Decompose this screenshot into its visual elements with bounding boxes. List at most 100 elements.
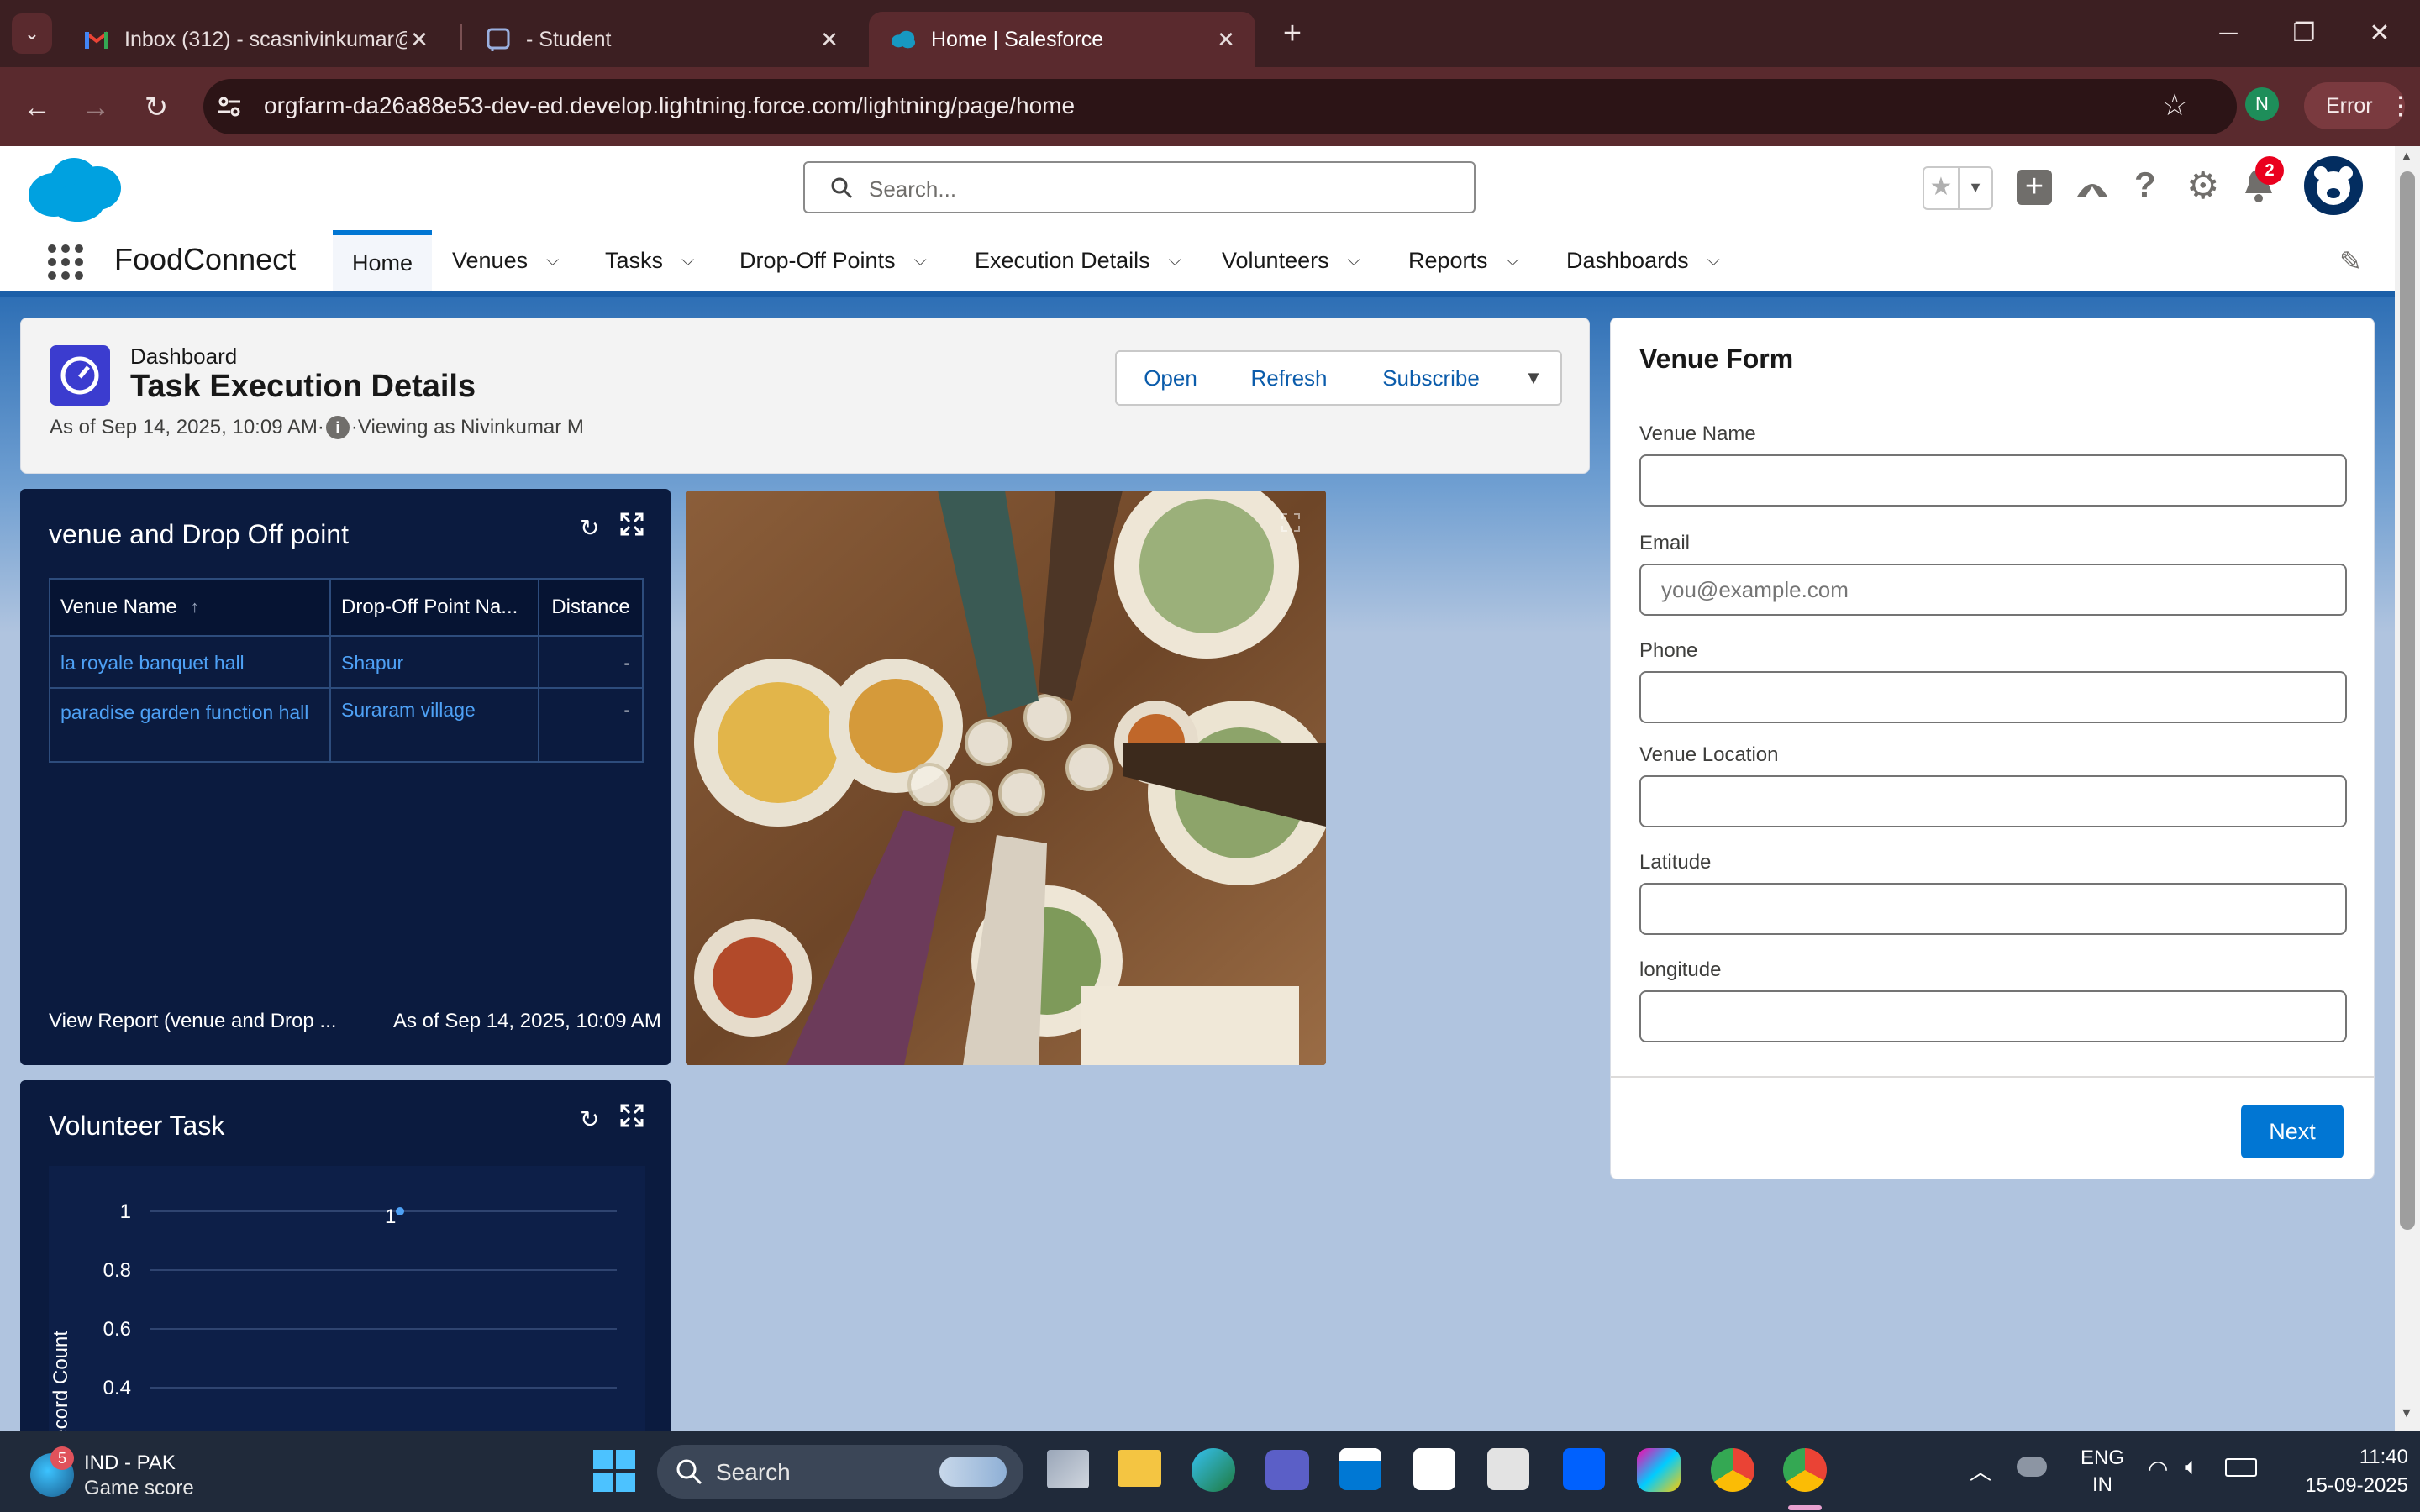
user-avatar[interactable] [2304, 156, 2363, 215]
chevron-down-icon[interactable]: ⌵ [914, 251, 927, 270]
reload-icon[interactable]: ↻ [133, 84, 180, 131]
venue-name-input[interactable] [1639, 454, 2347, 507]
trailhead-icon[interactable] [2074, 168, 2111, 209]
chevron-down-icon[interactable]: ⌵ [1707, 251, 1720, 270]
taskbar-search-box[interactable]: Search [657, 1445, 1023, 1499]
venue-link[interactable]: paradise garden function hall [60, 701, 308, 723]
info-icon[interactable]: i [325, 416, 350, 439]
star-icon: ★ [1929, 173, 1953, 201]
url-text[interactable]: orgfarm-da26a88e53-dev-ed.develop.lightn… [264, 92, 1075, 119]
browser-tab-student[interactable]: - Student ✕ [464, 12, 859, 67]
close-window-icon[interactable]: ✕ [2353, 12, 2407, 55]
open-button[interactable]: Open [1115, 350, 1226, 406]
chevron-down-icon[interactable]: ⌵ [1507, 251, 1519, 270]
minimize-window-icon[interactable]: ─ [2202, 12, 2255, 55]
chevron-down-icon[interactable]: ▼ [1958, 168, 1991, 208]
dropoff-link[interactable]: Shapur [341, 652, 403, 674]
amazon-a-icon[interactable] [1487, 1448, 1529, 1490]
show-hidden-icons-chevron-icon[interactable]: ︿ [1970, 1455, 1991, 1486]
scroll-up-arrow[interactable]: ▲ [2400, 150, 2413, 165]
expand-widget-icon[interactable] [620, 512, 644, 540]
column-header-drop-off-point[interactable]: Drop-Off Point Na... [331, 580, 539, 635]
windows-start-icon[interactable] [593, 1450, 635, 1496]
wifi-icon[interactable]: ◠ [2148, 1455, 2168, 1483]
copilot-icon[interactable] [1637, 1448, 1681, 1492]
column-header-distance[interactable]: Distance [539, 580, 642, 635]
battery-icon[interactable] [2225, 1458, 2257, 1477]
browser-tab-salesforce[interactable]: Home | Salesforce ✕ [869, 12, 1255, 67]
page-scrollbar[interactable]: ▲ ▼ [2395, 146, 2420, 1431]
app-launcher-icon[interactable] [47, 244, 84, 285]
expand-widget-icon[interactable] [620, 1104, 644, 1131]
file-explorer-icon[interactable] [1118, 1450, 1161, 1487]
bookmark-star-icon[interactable]: ☆ [2161, 87, 2188, 123]
scroll-down-arrow[interactable]: ▼ [2400, 1406, 2413, 1421]
close-tab-icon[interactable]: ✕ [1213, 27, 1239, 53]
chrome-icon[interactable] [1711, 1448, 1754, 1492]
nav-tab-venues[interactable]: Venues ⌵ [452, 230, 559, 291]
restore-window-icon[interactable]: ❐ [2277, 12, 2331, 55]
scrollbar-thumb[interactable] [2400, 171, 2415, 1230]
tab-search-button[interactable]: ⌄ [12, 13, 52, 54]
more-actions-dropdown[interactable]: ▼ [1507, 350, 1562, 406]
chevron-down-icon[interactable]: ⌵ [1169, 251, 1181, 270]
latitude-input[interactable] [1639, 883, 2347, 935]
edge-browser-icon[interactable] [1192, 1448, 1235, 1492]
volume-icon[interactable]: 🔈︎ [2185, 1453, 2199, 1481]
chevron-down-icon[interactable]: ⌵ [546, 251, 559, 270]
setup-gear-icon[interactable]: ⚙ [2186, 165, 2219, 207]
help-icon[interactable]: ? [2134, 165, 2156, 205]
forward-icon[interactable]: → [72, 84, 119, 131]
error-chip[interactable]: Error ⋮ [2304, 82, 2413, 129]
more-menu-icon[interactable]: ⋮ [2388, 92, 2413, 121]
close-tab-icon[interactable]: ✕ [407, 27, 432, 53]
clock[interactable]: 11:40 15-09-2025 [2282, 1443, 2408, 1500]
global-search-box[interactable]: Search... [803, 161, 1476, 213]
data-point [396, 1207, 404, 1215]
close-tab-icon[interactable]: ✕ [817, 27, 842, 53]
refresh-widget-icon[interactable]: ↻ [580, 1105, 599, 1133]
chevron-down-icon[interactable]: ⌵ [1348, 251, 1360, 270]
nav-tab-tasks[interactable]: Tasks ⌵ [605, 230, 694, 291]
nav-tab-reports[interactable]: Reports ⌵ [1408, 230, 1519, 291]
subscribe-button[interactable]: Subscribe [1355, 350, 1508, 406]
favorites-button[interactable]: ★ ▼ [1923, 166, 1993, 210]
new-tab-button[interactable]: + [1269, 12, 1316, 55]
refresh-widget-icon[interactable]: ↻ [580, 514, 599, 542]
next-button[interactable]: Next [2241, 1105, 2344, 1158]
amazon-icon[interactable] [1413, 1448, 1455, 1490]
expand-image-icon[interactable] [1281, 512, 1301, 537]
view-report-link[interactable]: View Report (venue and Drop ... [49, 1010, 336, 1033]
chevron-down-icon[interactable]: ⌵ [681, 251, 694, 270]
venue-link[interactable]: la royale banquet hall [60, 652, 245, 674]
column-header-venue-name[interactable]: Venue Name ↑ [50, 580, 331, 635]
longitude-input[interactable] [1639, 990, 2347, 1042]
site-info-icon[interactable] [215, 92, 244, 121]
weather-widget[interactable]: 5 IND - PAK Game score [30, 1446, 215, 1500]
phone-input[interactable] [1639, 671, 2347, 723]
nav-tab-dashboards[interactable]: Dashboards ⌵ [1566, 230, 1720, 291]
refresh-button[interactable]: Refresh [1223, 350, 1357, 406]
salesforce-logo[interactable] [25, 155, 123, 228]
nav-tab-volunteers[interactable]: Volunteers ⌵ [1222, 230, 1360, 291]
profile-avatar[interactable]: N [2245, 87, 2279, 121]
email-input[interactable] [1639, 564, 2347, 616]
microsoft-store-icon[interactable] [1339, 1448, 1381, 1490]
dropoff-link[interactable]: Suraram village [341, 699, 476, 721]
venue-location-input[interactable] [1639, 775, 2347, 827]
edit-nav-pencil-icon[interactable]: ✎ [2339, 245, 2362, 277]
global-actions-icon[interactable]: + [2017, 170, 2052, 205]
browser-tab-gmail[interactable]: Inbox (312) - scasnivinkumar@g ✕ [62, 12, 449, 67]
onedrive-icon[interactable] [2017, 1457, 2047, 1477]
field-label-venue-name: Venue Name [1639, 423, 1756, 445]
dropbox-icon[interactable] [1563, 1448, 1605, 1490]
sort-ascending-icon[interactable]: ↑ [191, 598, 199, 617]
language-indicator[interactable]: ENG IN [2075, 1445, 2129, 1499]
back-icon[interactable]: ← [13, 84, 60, 131]
nav-tab-execution-details[interactable]: Execution Details ⌵ [975, 230, 1181, 291]
nav-tab-drop-off-points[interactable]: Drop-Off Points ⌵ [739, 230, 927, 291]
chrome-profile-icon[interactable] [1783, 1448, 1827, 1492]
teams-icon[interactable] [1265, 1450, 1309, 1490]
task-view-icon[interactable] [1047, 1450, 1089, 1488]
nav-tab-home[interactable]: Home [333, 230, 432, 291]
